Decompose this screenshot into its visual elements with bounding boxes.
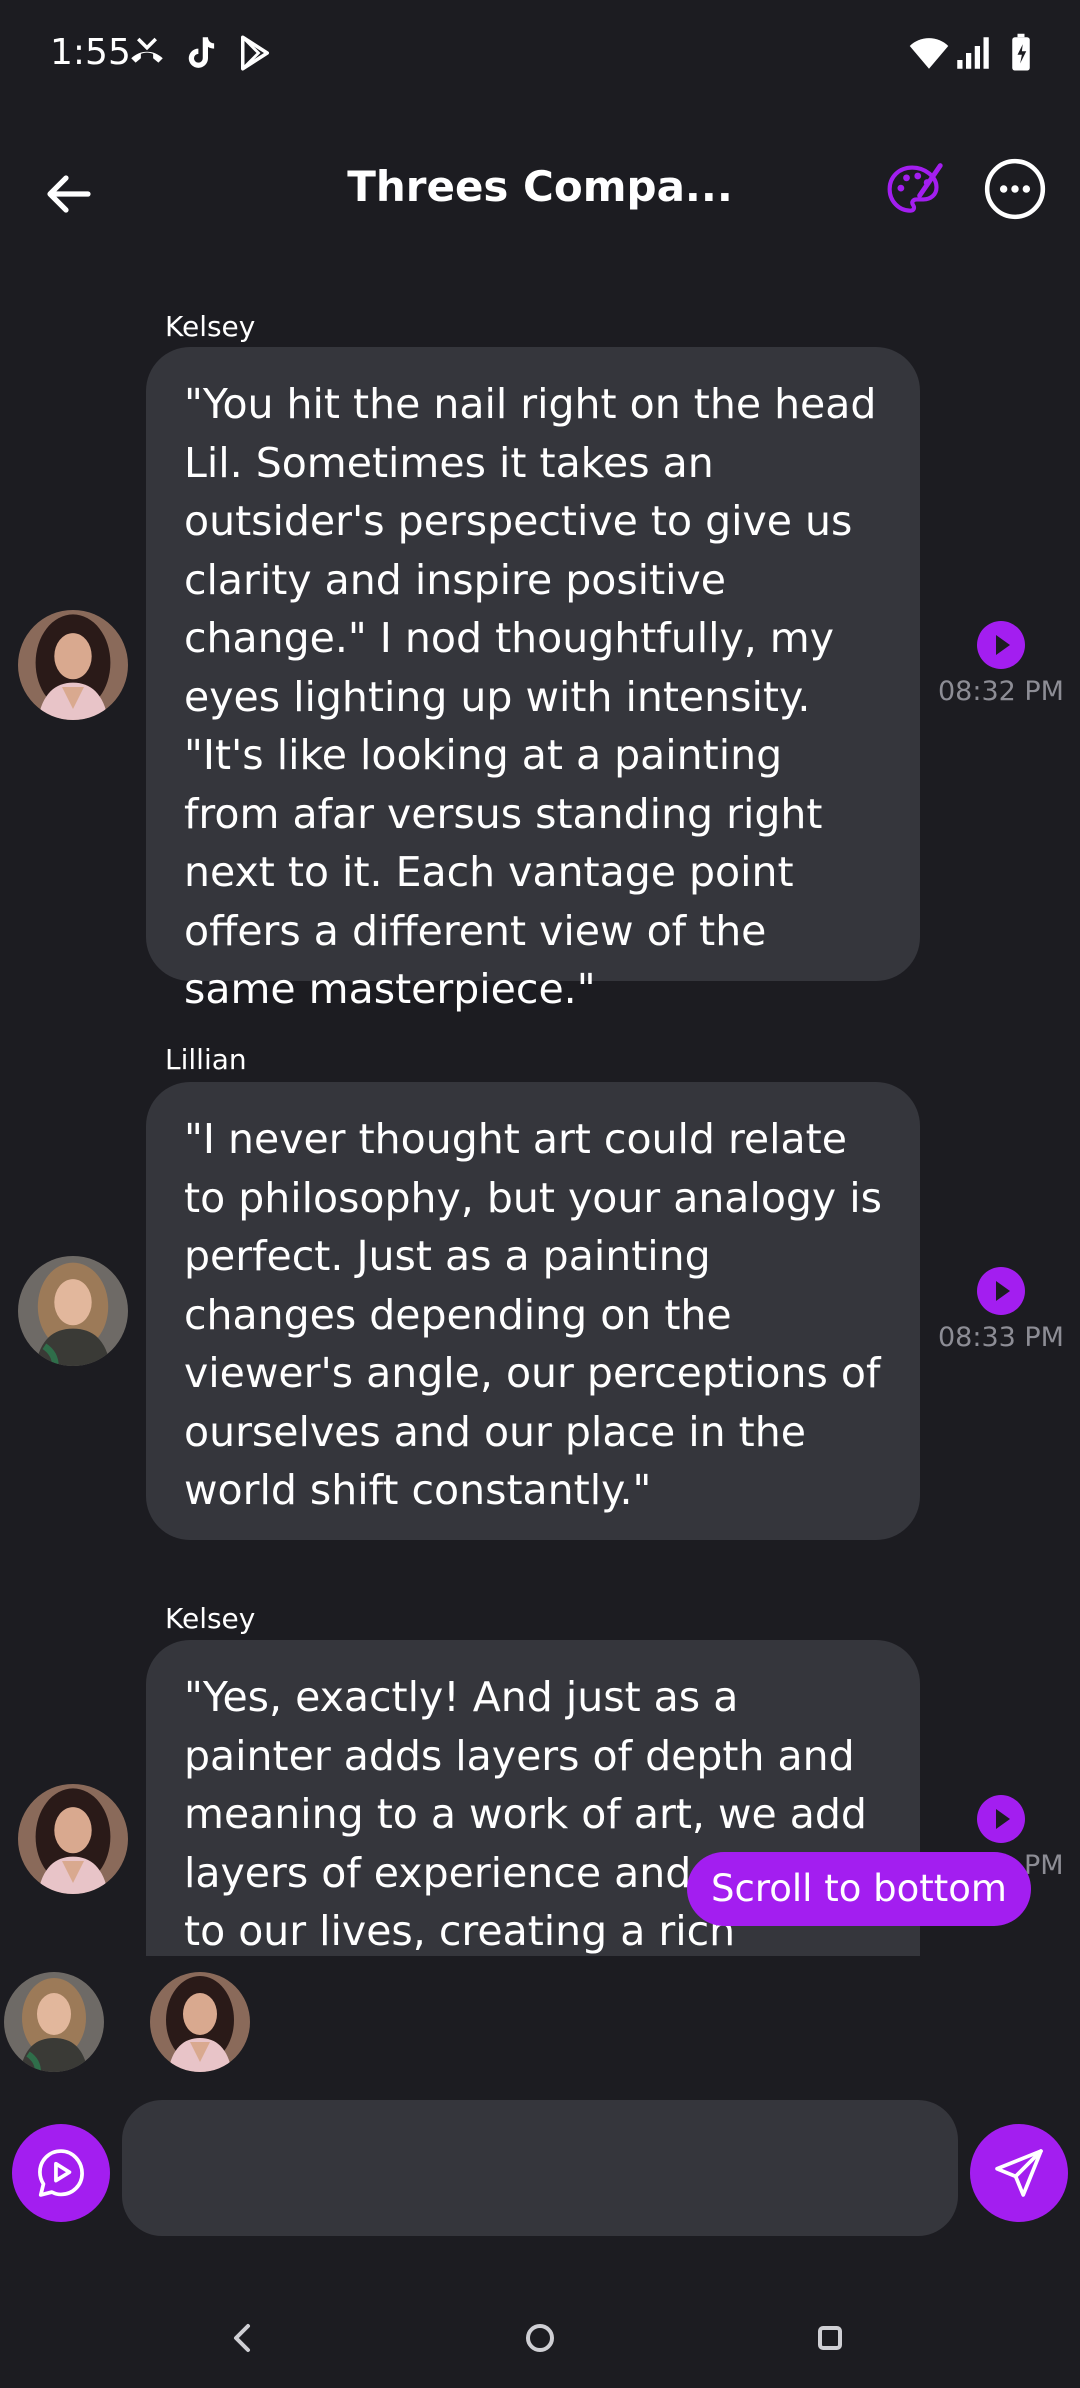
participant-avatar-lillian[interactable] — [4, 1972, 104, 2072]
nav-back-button[interactable] — [213, 2308, 273, 2368]
play-audio-button[interactable] — [976, 1266, 1026, 1316]
participant-avatar-kelsey[interactable] — [150, 1972, 250, 2072]
status-bar: 1:55 — [0, 0, 1080, 110]
nav-recents-button[interactable] — [800, 2308, 860, 2368]
scroll-to-bottom-button[interactable]: Scroll to bottom — [687, 1852, 1031, 1926]
play-icon — [977, 1267, 1025, 1315]
send-icon — [995, 2149, 1043, 2197]
voice-chat-icon — [38, 2149, 84, 2197]
play-icon — [977, 1795, 1025, 1843]
send-button[interactable] — [970, 2124, 1068, 2222]
nav-back-icon — [234, 2324, 250, 2352]
avatar-kelsey[interactable] — [18, 1784, 128, 1894]
avatar-kelsey[interactable] — [18, 610, 128, 720]
arrow-left-icon — [47, 175, 91, 213]
avatar-kelsey-image — [18, 1784, 128, 1894]
message-input[interactable] — [122, 2100, 958, 2236]
chat-screen: 1:55 Threes Compa... Kelsey "You hit the… — [0, 0, 1080, 2388]
nav-home-button[interactable] — [510, 2308, 570, 2368]
avatar-lillian-image — [18, 1256, 128, 1366]
nav-recents-icon — [818, 2326, 842, 2350]
message-sender: Lillian — [165, 1043, 247, 1076]
battery-charging-icon — [1000, 32, 1042, 74]
voice-message-button[interactable] — [12, 2124, 110, 2222]
chat-title: Threes Compa... — [347, 162, 733, 211]
message-sender: Kelsey — [165, 1602, 256, 1635]
avatar-lillian-image — [4, 1972, 104, 2072]
more-options-button[interactable] — [982, 156, 1048, 222]
message-timestamp: 08:33 PM — [938, 1322, 1064, 1353]
signal-icon — [952, 32, 994, 74]
wifi-icon — [908, 32, 950, 74]
message-timestamp: 08:32 PM — [938, 676, 1064, 707]
avatar-lillian[interactable] — [18, 1256, 128, 1366]
message-sender: Kelsey — [165, 310, 256, 343]
tiktok-icon — [180, 32, 222, 74]
message-timestamp: PM — [1024, 1850, 1064, 1881]
missed-call-icon — [126, 32, 168, 74]
nav-home-icon — [526, 2324, 554, 2352]
play-audio-button[interactable] — [976, 620, 1026, 670]
avatar-kelsey-image — [18, 610, 128, 720]
message-bubble[interactable]: "You hit the nail right on the head Lil.… — [146, 347, 920, 1013]
message-list[interactable]: Kelsey "You hit the nail right on the he… — [0, 270, 1080, 1956]
system-nav-bar — [0, 2288, 1080, 2388]
play-audio-button[interactable] — [976, 1794, 1026, 1844]
chat-header: Threes Compa... — [0, 110, 1080, 270]
play-icon — [977, 621, 1025, 669]
palette-icon — [887, 163, 943, 213]
back-button[interactable] — [36, 162, 100, 226]
more-horizontal-icon — [984, 158, 1046, 220]
theme-palette-button[interactable] — [884, 160, 944, 220]
message-bubble[interactable]: "I never thought art could relate to phi… — [146, 1082, 920, 1540]
status-time: 1:55 — [50, 32, 131, 73]
participants-row — [0, 1968, 1080, 2078]
avatar-kelsey-image — [150, 1972, 250, 2072]
play-store-icon — [234, 32, 276, 74]
